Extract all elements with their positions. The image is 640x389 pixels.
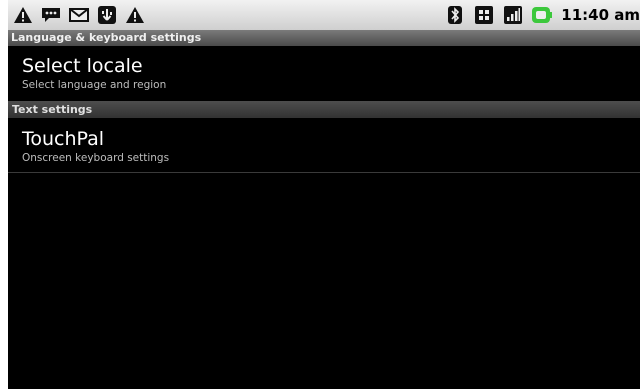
chat-icon[interactable] xyxy=(40,4,62,26)
bluetooth-icon xyxy=(444,4,466,26)
item-title: Select locale xyxy=(22,55,143,77)
signal-icon xyxy=(502,4,524,26)
system-icons: 11:40 am xyxy=(444,4,640,26)
battery-icon xyxy=(531,4,553,26)
usb-icon[interactable] xyxy=(96,4,118,26)
touchpal-item[interactable]: TouchPal Onscreen keyboard settings xyxy=(8,128,640,165)
select-locale-item[interactable]: Select locale Select language and region xyxy=(8,55,640,92)
gmail-icon[interactable] xyxy=(68,4,90,26)
status-bar: 11:40 am xyxy=(8,0,640,30)
notification-icons xyxy=(12,4,146,26)
device-screen: 11:40 am Language & keyboard settings Se… xyxy=(8,0,640,389)
warning-icon[interactable] xyxy=(12,4,34,26)
item-title: TouchPal xyxy=(22,128,105,150)
list-divider xyxy=(8,172,640,173)
item-summary: Onscreen keyboard settings xyxy=(22,152,170,164)
warning-icon[interactable] xyxy=(124,4,146,26)
clock: 11:40 am xyxy=(561,6,640,24)
title-bar: Language & keyboard settings xyxy=(8,30,640,46)
sim-icon xyxy=(473,4,495,26)
item-summary: Select language and region xyxy=(22,79,167,91)
section-header-text-settings: Text settings xyxy=(8,101,640,118)
